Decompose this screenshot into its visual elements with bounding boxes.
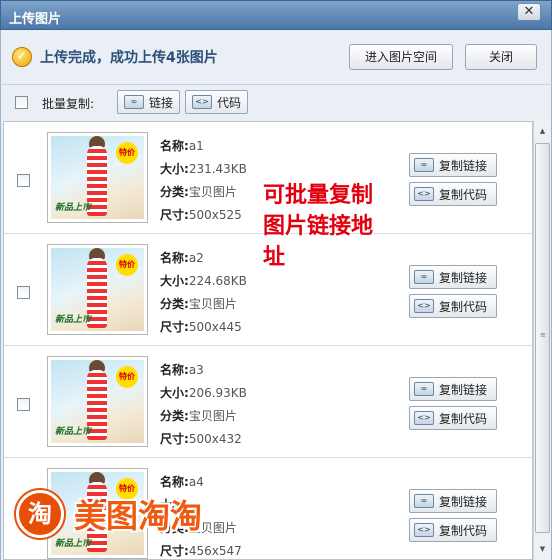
item-name: a4 <box>188 475 204 489</box>
window-title: 上传图片 <box>9 12 62 27</box>
item-size: 206.93KB <box>188 386 247 400</box>
batch-copy-link-button[interactable]: ∞ 链接 <box>117 90 181 114</box>
item-name: a2 <box>188 251 204 265</box>
item-name: a1 <box>188 139 204 153</box>
link-icon: ∞ <box>124 95 144 109</box>
image-thumbnail[interactable]: 特价 新品上市 <box>47 356 148 447</box>
scrollbar-thumb[interactable]: ≡ <box>535 143 550 533</box>
item-category: 宝贝图片 <box>188 185 237 199</box>
select-all-checkbox[interactable] <box>15 96 28 109</box>
copy-code-button[interactable]: <> 复制代码 <box>409 294 497 318</box>
copy-code-button[interactable]: <> 复制代码 <box>409 518 497 542</box>
item-dimensions: 500x432 <box>188 432 242 446</box>
check-icon: ✓ <box>12 47 32 67</box>
sale-tag: 特价 <box>116 142 138 164</box>
new-arrival-tag: 新品上市 <box>55 427 92 437</box>
batch-copy-code-label: 代码 <box>217 95 242 110</box>
scroll-down-icon[interactable]: ▼ <box>535 541 550 557</box>
link-icon: ∞ <box>414 270 434 284</box>
batch-copy-label: 批量复制: <box>42 97 95 111</box>
code-icon: <> <box>414 523 434 537</box>
batch-copy-annotation: 可批量复制图片链接地址 <box>263 183 374 270</box>
sale-tag: 特价 <box>116 254 138 276</box>
list-item: 特价 新品上市 名称:a3 大小:206.93KB 分类:宝贝图片 尺寸:500… <box>4 346 532 458</box>
copy-link-button[interactable]: ∞ 复制链接 <box>409 153 497 177</box>
copy-link-button[interactable]: ∞ 复制链接 <box>409 489 497 513</box>
copy-link-button[interactable]: ∞ 复制链接 <box>409 265 497 289</box>
batch-copy-code-button[interactable]: <> 代码 <box>185 90 249 114</box>
item-checkbox[interactable] <box>17 174 30 187</box>
item-dimensions: 500x525 <box>188 208 242 222</box>
status-message: 上传完成，成功上传4张图片 <box>40 50 218 66</box>
item-dimensions: 456x547 <box>188 544 242 558</box>
item-checkbox[interactable] <box>17 398 30 411</box>
open-image-space-button[interactable]: 进入图片空间 <box>349 44 453 70</box>
item-checkbox[interactable] <box>17 286 30 299</box>
close-button[interactable]: 关闭 <box>465 44 537 70</box>
code-icon: <> <box>414 299 434 313</box>
code-icon: <> <box>192 95 212 109</box>
item-dimensions: 500x445 <box>188 320 242 334</box>
item-name: a3 <box>188 363 204 377</box>
item-size: 224.68KB <box>188 274 247 288</box>
item-category: 宝贝图片 <box>188 297 237 311</box>
title-bar: 上传图片 ✕ <box>0 0 552 30</box>
sale-tag: 特价 <box>116 366 138 388</box>
scroll-up-icon[interactable]: ▲ <box>535 123 550 139</box>
new-arrival-tag: 新品上市 <box>55 315 92 325</box>
copy-link-button[interactable]: ∞ 复制链接 <box>409 377 497 401</box>
image-thumbnail[interactable]: 特价 新品上市 <box>47 244 148 335</box>
taotao-logo-icon: 淘 <box>16 490 64 538</box>
item-category: 宝贝图片 <box>188 409 237 423</box>
watermark: 淘 美图淘淘 <box>16 490 202 538</box>
upload-status: ✓ 上传完成，成功上传4张图片 <box>12 46 218 68</box>
link-icon: ∞ <box>414 494 434 508</box>
code-icon: <> <box>414 187 434 201</box>
item-size: 231.43KB <box>188 162 247 176</box>
link-icon: ∞ <box>414 382 434 396</box>
image-thumbnail[interactable]: 特价 新品上市 <box>47 132 148 223</box>
watermark-text: 美图淘淘 <box>74 497 203 535</box>
close-icon[interactable]: ✕ <box>517 3 541 21</box>
copy-code-button[interactable]: <> 复制代码 <box>409 182 497 206</box>
link-icon: ∞ <box>414 158 434 172</box>
list-scrollbar[interactable]: ▲ ≡ ▼ <box>533 121 550 560</box>
item-info: 名称:a2 大小:224.68KB 分类:宝贝图片 尺寸:500x445 <box>160 251 247 334</box>
copy-code-button[interactable]: <> 复制代码 <box>409 406 497 430</box>
code-icon: <> <box>414 411 434 425</box>
item-info: 名称:a3 大小:206.93KB 分类:宝贝图片 尺寸:500x432 <box>160 363 247 446</box>
new-arrival-tag: 新品上市 <box>55 203 92 213</box>
item-info: 名称:a1 大小:231.43KB 分类:宝贝图片 尺寸:500x525 <box>160 139 247 222</box>
batch-copy-link-label: 链接 <box>149 95 174 110</box>
